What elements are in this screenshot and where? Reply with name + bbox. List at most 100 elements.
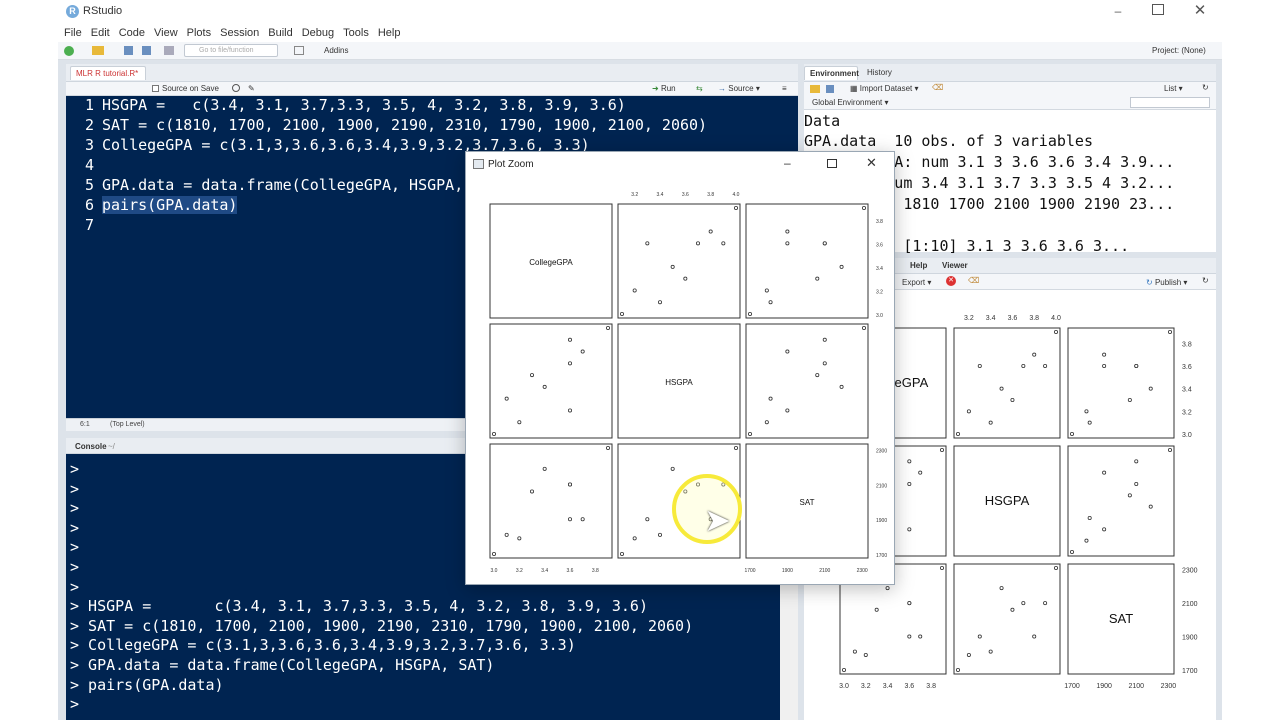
menu-tools[interactable]: Tools <box>343 27 369 39</box>
tab-editor-file[interactable]: MLR R tutorial.R* <box>70 66 146 80</box>
scatter-point <box>785 408 790 413</box>
list-view-menu[interactable]: List ▾ <box>1164 84 1183 93</box>
console-tab[interactable]: Console <box>75 442 107 451</box>
scatter-point <box>695 241 700 246</box>
line-number: 2 <box>84 116 94 134</box>
print-icon[interactable] <box>164 46 174 55</box>
tick-label: 3.8 <box>926 683 936 690</box>
tab-viewer[interactable]: Viewer <box>942 261 968 270</box>
rerun-icon[interactable]: ⇆ <box>696 84 703 93</box>
tab-history[interactable]: History <box>862 66 900 80</box>
scope-indicator[interactable]: (Top Level) <box>110 421 145 428</box>
open-file-icon[interactable] <box>92 46 104 55</box>
scatter-point <box>852 649 857 654</box>
load-workspace-icon[interactable] <box>810 85 820 93</box>
tick-label: 3.8 <box>1029 315 1039 322</box>
tick-label: 3.6 <box>904 683 914 690</box>
scatter-point <box>988 649 993 654</box>
clear-plots-icon[interactable]: ⌫ <box>968 276 979 285</box>
scatter-point <box>632 288 637 293</box>
tick-label: 2100 <box>876 483 887 489</box>
mouse-pointer-icon: ➤ <box>704 502 731 538</box>
scatter-point <box>1053 330 1058 335</box>
code-line[interactable]: 4 <box>66 156 102 176</box>
import-dataset-button[interactable]: ▦ Import Dataset ▾ <box>850 84 919 93</box>
run-button[interactable]: ➜ Run <box>652 84 676 93</box>
scatter-point <box>504 532 509 537</box>
wand-icon[interactable]: ✎ <box>248 84 255 93</box>
menu-code[interactable]: Code <box>119 27 145 39</box>
window-titlebar: R RStudio – ✕ <box>58 0 1222 26</box>
goto-file-input[interactable]: Go to file/function <box>184 44 278 57</box>
project-menu[interactable]: Project: (None) <box>1152 46 1206 55</box>
code-line[interactable]: 6 pairs(GPA.data) <box>66 196 238 216</box>
source-label: Source <box>728 84 754 93</box>
zoom-maximize-button[interactable] <box>827 159 837 168</box>
minimize-button[interactable]: – <box>1110 4 1126 18</box>
code-text: GPA.data = data.frame(CollegeGPA, HSGPA,… <box>102 176 509 194</box>
scatter-point <box>842 667 847 672</box>
menu-session[interactable]: Session <box>220 27 259 39</box>
menu-items: File Edit Code View Plots Session Build Debug To… <box>64 27 409 39</box>
environment-search-input[interactable] <box>1130 97 1210 108</box>
tick-label: 3.4 <box>876 266 883 272</box>
scatter-point <box>907 481 912 486</box>
scatter-panel <box>953 327 1061 439</box>
menu-help[interactable]: Help <box>378 27 401 39</box>
tick-label: 1900 <box>1182 635 1198 642</box>
export-menu[interactable]: Export ▾ <box>902 278 931 287</box>
code-line[interactable]: 7 <box>66 216 102 236</box>
source-on-save-checkbox[interactable] <box>152 85 159 92</box>
scatter-point <box>988 420 993 425</box>
save-all-icon[interactable] <box>142 46 151 55</box>
code-line[interactable]: 5 GPA.data = data.frame(CollegeGPA, HSGPA… <box>66 176 508 196</box>
search-icon[interactable] <box>232 84 240 92</box>
grid-icon[interactable] <box>294 46 304 55</box>
refresh-icon[interactable]: ↻ <box>1202 83 1209 92</box>
scatter-point <box>517 420 522 425</box>
zoom-minimize-button[interactable]: – <box>784 156 791 170</box>
scatter-point <box>568 361 573 366</box>
scatter-point <box>1010 398 1015 403</box>
plot-zoom-titlebar: Plot Zoom – ✕ <box>466 152 894 176</box>
environment-row[interactable]: GPA.data 10 obs. of 3 variables <box>804 132 1093 150</box>
list-view-label: List <box>1164 84 1177 93</box>
broom-icon[interactable]: ⌫ <box>932 83 943 92</box>
publish-button[interactable]: ↻ Publish ▾ <box>1146 278 1187 287</box>
source-button[interactable]: → Source ▾ <box>718 84 760 93</box>
scatter-point <box>580 349 585 354</box>
editor-menu-icon[interactable]: ≡ <box>782 84 787 93</box>
scatter-point <box>1043 601 1048 606</box>
maximize-button[interactable] <box>1152 4 1164 15</box>
menu-edit[interactable]: Edit <box>91 27 110 39</box>
scatter-panel <box>745 323 869 439</box>
code-line[interactable]: 1 HSGPA = c(3.4, 3.1, 3.7,3.3, 3.5, 4, 3.… <box>66 96 626 116</box>
tab-help[interactable]: Help <box>910 261 927 270</box>
menu-view[interactable]: View <box>154 27 178 39</box>
menu-debug[interactable]: Debug <box>302 27 334 39</box>
save-icon[interactable] <box>124 46 133 55</box>
tab-environment[interactable]: Environment <box>804 66 859 80</box>
menu-file[interactable]: File <box>64 27 82 39</box>
zoom-close-button[interactable]: ✕ <box>866 155 877 171</box>
scatter-point <box>874 607 879 612</box>
addins-button[interactable]: Addins <box>324 46 348 55</box>
scatter-point <box>1102 364 1107 369</box>
menu-plots[interactable]: Plots <box>187 27 211 39</box>
plots-refresh-icon[interactable]: ↻ <box>1202 276 1209 285</box>
new-file-icon[interactable] <box>64 46 74 56</box>
scatter-point <box>907 527 912 532</box>
tick-label: 1700 <box>1064 683 1080 690</box>
console-line: > SAT = c(1810, 1700, 2100, 1900, 2190, … <box>70 616 694 635</box>
code-line[interactable]: 2 SAT = c(1810, 1700, 2100, 1900, 2190, 2… <box>66 116 707 136</box>
global-environment-menu[interactable]: Global Environment ▾ <box>812 98 889 107</box>
tick-label: 2100 <box>1128 683 1144 690</box>
line-number: 4 <box>84 156 94 174</box>
save-workspace-icon[interactable] <box>826 85 834 93</box>
close-button[interactable]: ✕ <box>1192 1 1208 19</box>
remove-plot-icon[interactable]: ✕ <box>946 276 956 286</box>
scatter-point <box>708 229 713 234</box>
tick-label: 3.2 <box>631 192 638 198</box>
scatter-point <box>605 325 610 330</box>
menu-build[interactable]: Build <box>268 27 292 39</box>
